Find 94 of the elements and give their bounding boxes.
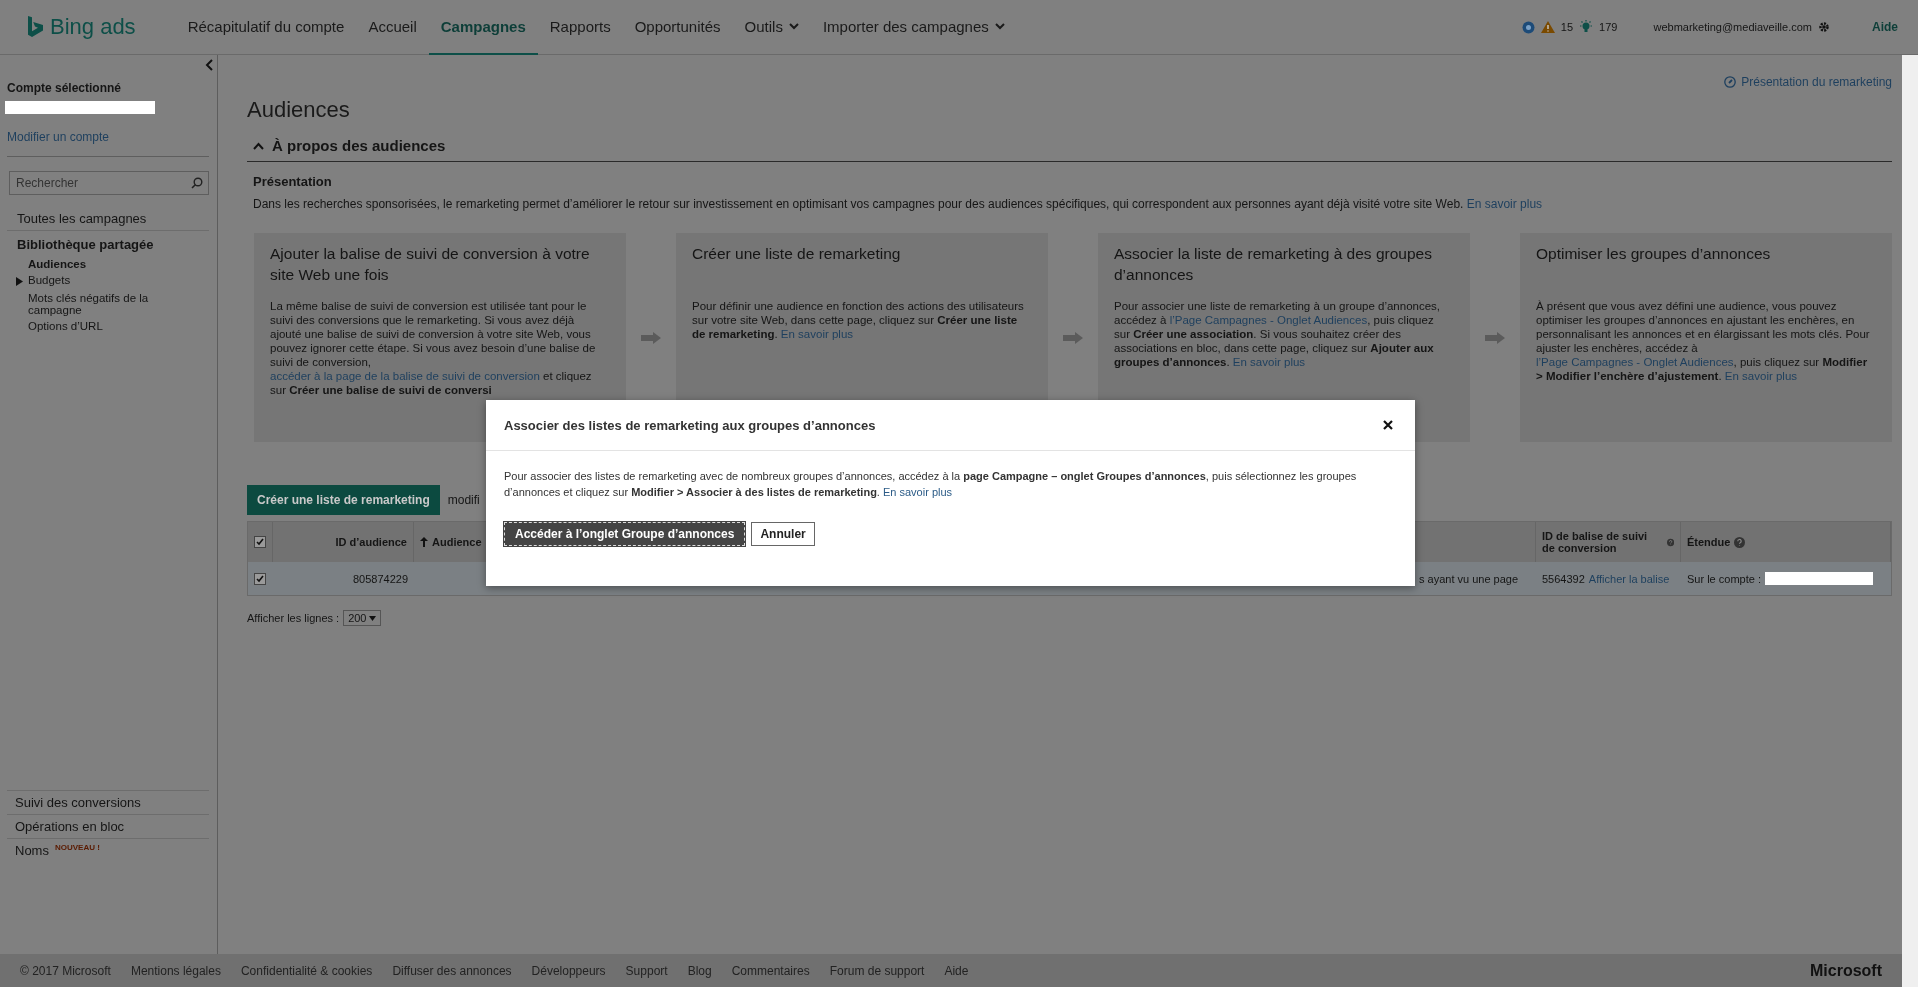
sidebar-item[interactable]: Suivi des conversions (15, 795, 141, 810)
warning-count: 15 (1560, 21, 1574, 33)
inline-link[interactable]: En savoir plus (1232, 356, 1306, 368)
nav-tab[interactable]: Récapitulatif du compte (175, 0, 357, 55)
column-header[interactable]: ID de balise de suivi de conversion (1542, 530, 1663, 554)
rows-select[interactable]: 200 (343, 610, 382, 626)
inline-link[interactable]: accéder à la page de la balise de suivi de conversion (270, 370, 540, 382)
modify-account-link[interactable]: Modifier un compte (7, 130, 110, 144)
arrow-icon (641, 331, 661, 344)
footer-link[interactable]: Développeurs (531, 963, 606, 978)
sidebar-item[interactable]: Noms (15, 843, 49, 858)
help-icon (1666, 536, 1674, 548)
sidebar-item[interactable]: Options d’URL (7, 318, 209, 334)
show-tag-link[interactable]: Afficher la balise (1588, 572, 1670, 585)
cancel-button[interactable]: Annuler (751, 522, 815, 546)
toolbar-text[interactable]: modifi (447, 493, 480, 507)
table-cell: Sur le compte : (1687, 572, 1761, 585)
caret-icon (369, 615, 377, 621)
brand-logo: Microsoft (1810, 961, 1882, 980)
nav-tab[interactable]: Accueil (356, 0, 429, 55)
footer-link[interactable]: Aide (944, 963, 969, 978)
footer-link[interactable]: Diffuser des annonces (392, 963, 512, 978)
checkbox[interactable] (254, 536, 266, 548)
subtitle: Présentation (253, 174, 333, 189)
search-field[interactable]: Rechercher (9, 171, 209, 195)
settings-icon[interactable] (1818, 21, 1830, 33)
logo-text: Bing ads (50, 14, 136, 40)
sort-icon[interactable] (420, 537, 428, 547)
account-label: Compte sélectionné (7, 81, 123, 95)
nav-tab[interactable]: Importer des campagnes (810, 0, 1017, 55)
tip-count: 179 (1599, 21, 1618, 33)
compass-icon (1724, 76, 1737, 88)
caret-icon (994, 22, 1005, 30)
warning-icon[interactable] (1540, 21, 1555, 33)
card-title: Ajouter la balise de suivi de conversion à votre site Web une fois (270, 244, 591, 285)
new-label: NOUVEAU ! (54, 843, 100, 852)
footer-link[interactable]: Support (625, 963, 668, 978)
card-text: À présent que vous avez défini une audience, vous pouvez optimiser les groupes d’annonces en ajustant les enchères, en personnalisant les annonces et en élargissant les mots clés. Pour ajuster les enchères, accédez à l’Page Campagnes - Onglet Audiences, puis cliquez sur Modifier > Modifier l’enchère d’ajustement. En savoir plus (1536, 299, 1871, 383)
sidebar-section[interactable]: Bibliothèque partagée (7, 231, 209, 256)
help-link[interactable]: Aide (1872, 20, 1898, 34)
footer-link[interactable]: Commentaires (731, 963, 810, 978)
footer-link[interactable]: © 2017 Microsoft (20, 963, 111, 978)
expand-icon[interactable] (16, 277, 23, 286)
nav-tab[interactable]: Campagnes (428, 0, 538, 55)
logo-icon (28, 16, 44, 38)
sidebar-item[interactable]: Opérations en bloc (15, 819, 125, 834)
footer-link[interactable]: Blog (687, 963, 712, 978)
arrow-icon (1485, 331, 1505, 344)
arrow-icon (1063, 331, 1083, 344)
card-text: Pour définir une audience en fonction des actions des utilisateurs sur votre site Web, dans cette page, cliquez sur Créer une liste de remarketing. En savoir plus (692, 299, 1025, 341)
rows-label: Afficher les lignes : (247, 612, 340, 624)
footer-link[interactable]: Confidentialité & cookies (240, 963, 373, 978)
dialog-text: Pour associer des listes de remarketing avec de nombreux groupes d’annonces, accédez à la page Campagne – onglet Groupes d’annonces, puis sélectionnez les groupes d’annonces et cliquez sur Modifier > Associer à des listes de remarketing. En savoir plus (503, 469, 1358, 500)
user-email[interactable]: webmarketing@mediaveille.com (1653, 21, 1812, 33)
inline-link[interactable]: En savoir plus (883, 486, 953, 498)
table-cell: s ayant vu une page (1419, 572, 1519, 585)
section-header[interactable]: À propos des audiences (247, 131, 1892, 162)
footer-link[interactable]: Mentions légales (130, 963, 221, 978)
info-icon[interactable] (1521, 20, 1535, 34)
page-title: Audiences (247, 97, 351, 123)
inline-link[interactable]: En savoir plus (780, 328, 854, 340)
dialog-title: Associer des listes de remarketing aux groupes d’annonces (504, 417, 876, 433)
overview-link[interactable]: Présentation du remarketing (1741, 75, 1892, 89)
column-header[interactable]: ID d’audience (335, 536, 407, 548)
column-header[interactable]: Audience (432, 536, 482, 548)
create-list-button[interactable]: Créer une liste de remarketing (247, 485, 440, 515)
inline-link[interactable]: En savoir plus (1724, 370, 1798, 382)
table-cell: 805874229 (352, 572, 408, 585)
checkbox[interactable] (254, 572, 266, 585)
search-icon[interactable] (191, 177, 203, 189)
card-title: Optimiser les groupes d’annonces (1536, 244, 1772, 264)
sidebar-item[interactable]: Toutes les campagnes (7, 207, 209, 231)
card-title: Créer une liste de remarketing (692, 244, 902, 264)
card-title: Associer la liste de remarketing à des groupes d’annonces (1114, 244, 1433, 285)
card-text: La même balise de suivi de conversion est utilisée tant pour le suivi des conversions que le remarketing. Si vous avez déjà ajouté une balise de suivi de conversion à votre site Web, vous pouvez ignorer cette étape. Si vous avez besoin d’une balise de suivi de conversion, accéder à la page de la balise de suivi de conversion et cliquez sur Créer une balise de suivi de conversi (270, 299, 597, 397)
footer-link[interactable]: Forum de support (829, 963, 925, 978)
nav-tab[interactable]: Opportunités (622, 0, 733, 55)
sidebar-item[interactable]: Budgets (7, 272, 209, 290)
sidebar-item[interactable]: Audiences (7, 256, 209, 272)
sidebar-item[interactable]: Mots clés négatifs de la campagne (7, 290, 209, 318)
chevron-icon[interactable] (253, 141, 264, 150)
nav-tab[interactable]: Outils (732, 0, 811, 55)
caret-icon (788, 22, 799, 30)
nav-tab[interactable]: Rapports (537, 0, 623, 55)
card-text: Pour associer une liste de remarketing à un groupe d’annonces, accédez à l’Page Campagnes - Onglet Audiences, puis cliquez sur Créer une association. Si vous souhaitez créer des associations en bloc, dans cette page, cliquez sur Ajouter aux groupes d’annonces. En savoir plus (1114, 299, 1442, 369)
primary-button[interactable]: Accéder à l’onglet Groupe d’annonces (504, 522, 746, 546)
column-header[interactable]: Étendue (1687, 536, 1731, 548)
description: Dans les recherches sponsorisées, le remarketing permet d’améliorer le retour sur investissement en optimisant vos campagnes pour des audiences spécifiques, qui correspondent aux personnes ayant déjà visité votre site Web. En savoir plus (253, 197, 1544, 211)
inline-link[interactable]: l’Page Campagnes - Onglet Audiences (1536, 356, 1734, 368)
inline-link[interactable]: En savoir plus (1466, 197, 1543, 211)
collapse-icon[interactable] (205, 59, 213, 71)
help-icon (1734, 536, 1746, 548)
scrollbar[interactable] (1902, 55, 1918, 987)
table-cell: 5564392 (1542, 572, 1585, 585)
